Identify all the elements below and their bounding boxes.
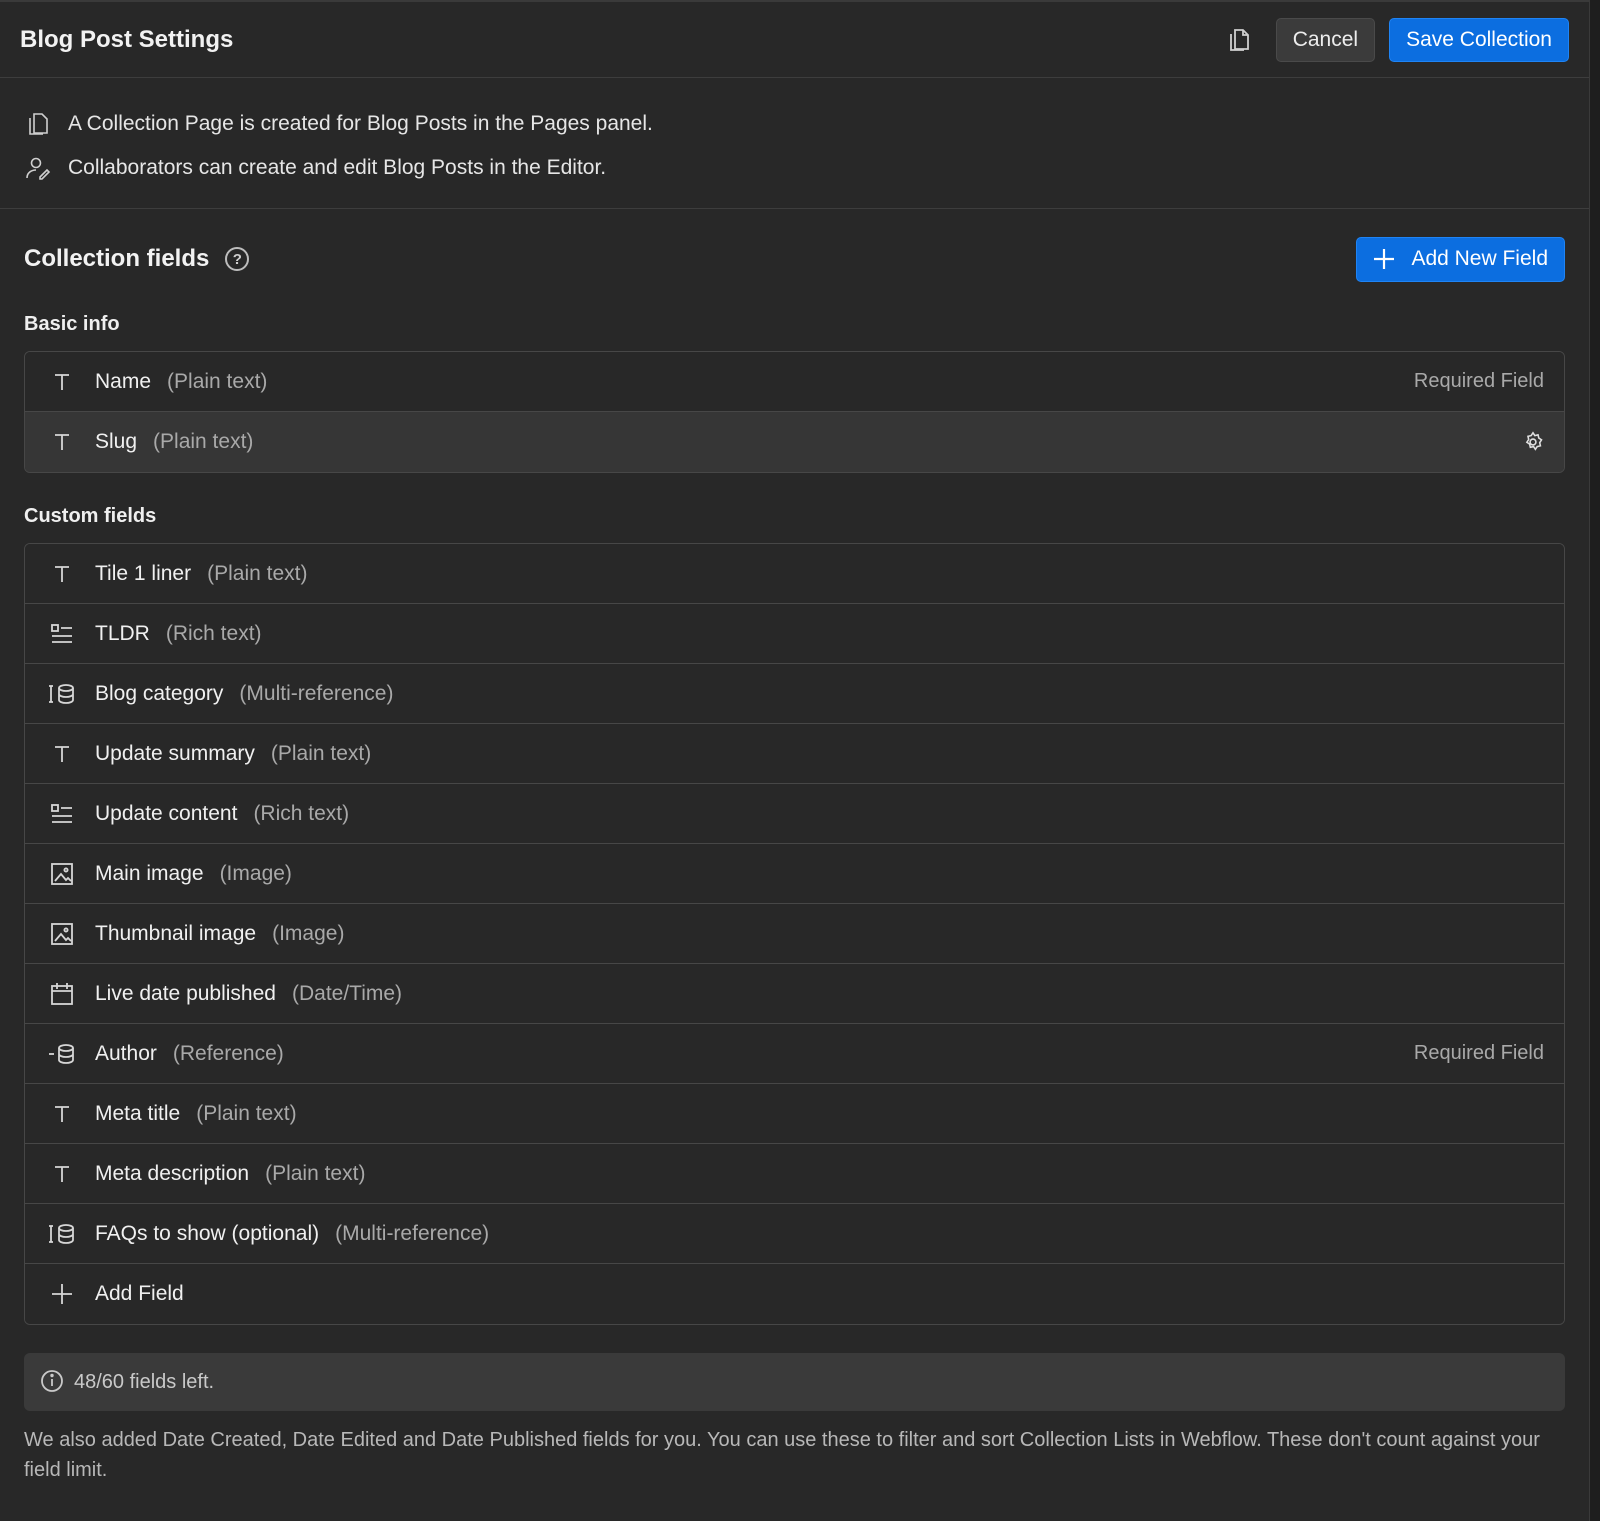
field-row-thumbnail-image[interactable]: Thumbnail image (Image)	[25, 904, 1564, 964]
field-name: Meta description	[95, 1161, 250, 1185]
add-new-field-button[interactable]: Add New Field	[1356, 236, 1565, 282]
field-type: (Image)	[219, 861, 292, 885]
field-name: Live date published	[95, 981, 276, 1005]
fields-left-text: 48/60 fields left.	[74, 1370, 215, 1393]
field-type: (Plain text)	[196, 1101, 297, 1125]
info-editor-text: Collaborators can create and edit Blog P…	[68, 156, 607, 179]
info-line-editor: Collaborators can create and edit Blog P…	[24, 146, 1565, 190]
footer-note: We also added Date Created, Date Edited …	[24, 1429, 1540, 1481]
required-field-label: Required Field	[1413, 370, 1544, 392]
field-type: (Plain text)	[265, 1161, 366, 1185]
text-icon	[47, 739, 77, 769]
field-type: (Plain text)	[270, 741, 372, 765]
field-type: (Rich text)	[253, 801, 350, 825]
panel-title: Blog Post Settings	[20, 25, 234, 53]
reference-icon	[47, 1039, 77, 1069]
add-field-label: Add Field	[95, 1282, 184, 1305]
field-name: Blog category	[95, 681, 224, 705]
custom-fields-list: Tile 1 liner (Plain text) TLDR (Rich text) B…	[24, 543, 1565, 1325]
panel-header: Blog Post Settings Cancel Save Collectio…	[0, 2, 1589, 78]
cancel-button[interactable]: Cancel	[1275, 17, 1376, 62]
field-name: Update summary	[95, 741, 255, 765]
field-row-slug[interactable]: Slug (Plain text)	[25, 412, 1564, 472]
field-type: (Image)	[272, 921, 345, 945]
collection-info: A Collection Page is created for Blog Po…	[0, 78, 1589, 209]
multi-reference-icon	[47, 1219, 77, 1249]
image-icon	[47, 859, 77, 889]
custom-fields-label: Custom fields	[24, 505, 157, 527]
field-type: (Multi-reference)	[239, 681, 394, 705]
add-new-field-label: Add New Field	[1411, 247, 1548, 270]
page-icon	[24, 110, 52, 138]
field-row-meta-description[interactable]: Meta description (Plain text)	[25, 1144, 1564, 1204]
field-row-update-summary[interactable]: Update summary (Plain text)	[25, 724, 1564, 784]
field-name: Update content	[95, 801, 238, 825]
field-row-main-image[interactable]: Main image (Image)	[25, 844, 1564, 904]
field-type: (Rich text)	[165, 621, 262, 645]
field-name: Author	[95, 1041, 157, 1065]
basic-info-list: Name (Plain text) Required Field Slug (Plain…	[24, 351, 1565, 473]
field-name: TLDR	[95, 621, 150, 645]
field-name: Tile 1 liner	[95, 561, 192, 585]
field-row-author[interactable]: Author (Reference) Required Field	[25, 1024, 1564, 1084]
field-row-meta-title[interactable]: Meta title (Plain text)	[25, 1084, 1564, 1144]
field-name: Main image	[95, 861, 204, 885]
text-icon	[47, 559, 77, 589]
rich-text-icon	[47, 799, 77, 829]
text-icon	[47, 427, 77, 457]
collection-fields-header: Collection fields ? Add New Field	[0, 209, 1589, 309]
text-icon	[47, 1159, 77, 1189]
field-type: (Plain text)	[207, 561, 308, 585]
help-icon[interactable]: ?	[225, 247, 250, 271]
field-row-tldr[interactable]: TLDR (Rich text)	[25, 604, 1564, 664]
save-collection-button[interactable]: Save Collection	[1389, 17, 1569, 62]
field-type: (Date/Time)	[291, 981, 403, 1005]
fields-left-notice: 48/60 fields left.	[24, 1353, 1565, 1411]
text-icon	[47, 367, 77, 397]
collection-settings-panel: Blog Post Settings Cancel Save Collectio…	[0, 0, 1590, 1521]
field-type: (Plain text)	[153, 430, 254, 453]
collection-fields-title: Collection fields	[24, 245, 210, 272]
info-pages-text: A Collection Page is created for Blog Po…	[68, 112, 653, 135]
plus-icon	[47, 1279, 77, 1309]
text-icon	[47, 1099, 77, 1129]
rich-text-icon	[47, 619, 77, 649]
duplicate-icon[interactable]	[1224, 25, 1254, 55]
multi-reference-icon	[47, 679, 77, 709]
field-type: (Plain text)	[167, 369, 268, 393]
field-row-name[interactable]: Name (Plain text) Required Field	[25, 352, 1564, 412]
field-type: (Reference)	[172, 1041, 284, 1065]
required-field-label: Required Field	[1413, 1042, 1544, 1064]
field-name: Slug	[95, 430, 138, 453]
field-name: Name	[95, 369, 152, 393]
user-edit-icon	[24, 154, 52, 182]
add-field-button[interactable]: Add Field	[25, 1264, 1564, 1324]
info-line-pages: A Collection Page is created for Blog Po…	[24, 102, 1565, 146]
field-row-update-content[interactable]: Update content (Rich text)	[25, 784, 1564, 844]
field-row-tile-1-liner[interactable]: Tile 1 liner (Plain text)	[25, 544, 1564, 604]
image-icon	[47, 919, 77, 949]
field-type: (Multi-reference)	[335, 1221, 490, 1245]
field-row-faqs-to-show-optional[interactable]: FAQs to show (optional) (Multi-reference)	[25, 1204, 1564, 1264]
calendar-icon	[47, 979, 77, 1009]
field-name: Meta title	[95, 1101, 181, 1125]
info-icon	[40, 1369, 66, 1395]
field-name: Thumbnail image	[95, 921, 257, 945]
field-row-live-date-published[interactable]: Live date published (Date/Time)	[25, 964, 1564, 1024]
gear-icon[interactable]	[1522, 431, 1544, 453]
plus-icon	[1371, 246, 1397, 272]
basic-info-label: Basic info	[24, 313, 120, 335]
field-row-blog-category[interactable]: Blog category (Multi-reference)	[25, 664, 1564, 724]
field-name: FAQs to show (optional)	[95, 1221, 320, 1245]
